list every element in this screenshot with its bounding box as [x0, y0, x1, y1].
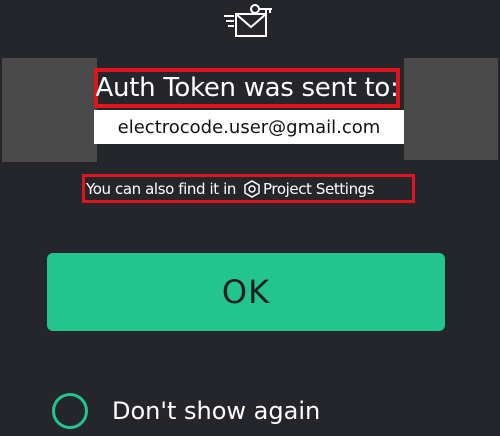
auth-token-dialog: Auth Token was sent to: electrocode.user…: [0, 0, 500, 436]
mail-key-icon: [224, 4, 272, 37]
ok-button-label: OK: [221, 273, 271, 311]
redacted-block-right: [404, 58, 498, 160]
hint-text: You can also find it in: [86, 179, 236, 198]
ok-button[interactable]: OK: [47, 253, 445, 331]
dialog-title: Auth Token was sent to:: [95, 73, 399, 103]
email-address: electrocode.user@gmail.com: [117, 116, 381, 138]
hexagon-settings-icon: [244, 179, 260, 198]
email-banner: electrocode.user@gmail.com: [94, 110, 404, 144]
dont-show-again-label: Don't show again: [112, 397, 321, 425]
redacted-block-left: [2, 58, 97, 162]
project-settings-label: Project Settings: [263, 179, 375, 198]
dont-show-again-radio[interactable]: [52, 393, 88, 429]
dont-show-again-option[interactable]: Don't show again: [52, 390, 320, 432]
hint-highlight: You can also find it in Project Settings: [82, 174, 415, 203]
title-highlight: Auth Token was sent to:: [94, 68, 400, 108]
